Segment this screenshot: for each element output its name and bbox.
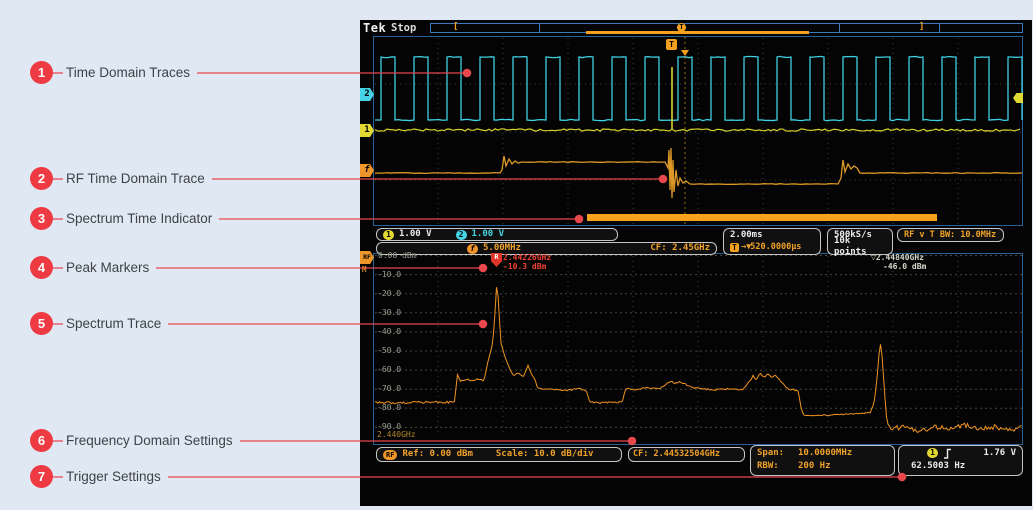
span-rbw-readout: Span: 10.0000MHz RBW: 200 Hz <box>750 445 895 476</box>
overview-divider <box>539 24 540 32</box>
reference-marker-amplitude: -46.0 dBm <box>883 262 927 271</box>
callout-label: Frequency Domain Settings <box>63 432 240 449</box>
callout-number-badge: 4 <box>30 256 53 279</box>
reference-marker: ▽2.44840GHz <box>871 253 924 262</box>
math-badge: M <box>362 265 367 274</box>
spectrum-y-tick-label: -30.0 <box>377 307 402 317</box>
peak-marker-amplitude: -10.3 dBm <box>503 262 547 271</box>
ch2-scale: 1.00 V <box>471 229 505 239</box>
annotated-oscilloscope-figure: 1 Time Domain Traces 2 RF Time Domain Trace… <box>0 0 1033 510</box>
rf-vs-time-bw: RF v T BW: 10.0MHz <box>904 229 997 240</box>
callout-label: Peak Markers <box>63 259 157 276</box>
ref-level-readout: Ref: 0.00 dBm <box>402 449 473 459</box>
peak-marker-frequency: 2.44226GHz <box>503 253 552 262</box>
rf-icon: RF <box>383 449 398 460</box>
rising-edge-icon <box>944 448 951 459</box>
callout-label: Time Domain Traces <box>63 64 198 81</box>
spectrum-y-tick-label: -40.0 <box>377 326 402 336</box>
rbw-label: RBW: <box>757 461 779 471</box>
timebase: 2.00ms <box>730 229 763 240</box>
callout-number-badge: 6 <box>30 429 53 452</box>
span-label: Span: <box>757 447 785 458</box>
spectrum-time-indicator <box>587 214 937 221</box>
scale-readout: Scale: 10.0 dB/div <box>495 449 594 459</box>
waveform-canvas <box>373 36 1023 445</box>
center-frequency: CF: 2.44532504GHz <box>633 449 720 459</box>
spectrum-y-tick-label: -70.0 <box>377 384 402 394</box>
trigger-source-icon: 1 <box>927 448 938 458</box>
callout-label: Spectrum Time Indicator <box>63 210 220 227</box>
rf-channel-icon: f <box>467 243 478 254</box>
callout-item: 2 RF Time Domain Trace <box>30 167 212 190</box>
start-frequency-label: 2.440GHz <box>377 430 416 439</box>
trigger-position: 520.0000µs <box>750 241 802 252</box>
callout-label: Trigger Settings <box>63 468 168 485</box>
acquisition-overview-bar: [ ] T <box>430 22 1023 34</box>
callout-number-badge: 7 <box>30 465 53 488</box>
overview-divider <box>939 24 940 32</box>
trigger-level: 1.76 V <box>983 447 1016 458</box>
zoom-bracket-right-icon: ] <box>919 22 925 32</box>
horizontal-readout: 2.00ms T →▼ 520.0000µs <box>723 228 821 255</box>
zoom-bracket-left-icon: [ <box>453 22 459 32</box>
callout-item: 5 Spectrum Trace <box>30 312 169 335</box>
callout-label: Spectrum Trace <box>63 315 169 332</box>
ref-level-label: 0.00 dBm <box>378 251 417 260</box>
oscilloscope-screen: Tek Stop [ ] T 2 1 f RF M T 1 1.00 V 2 1… <box>360 20 1032 506</box>
span-value: 10.0000MHz <box>798 447 853 458</box>
reference-marker-frequency: 2.44840GHz <box>875 253 924 262</box>
acquisition-readout: 500kS/s 10k points <box>827 228 893 257</box>
spectrum-y-tick-label: -10.0 <box>377 269 402 279</box>
spectrum-y-tick-label: -20.0 <box>377 288 402 298</box>
callout-item: 4 Peak Markers <box>30 256 157 279</box>
channel2-icon: 2 <box>455 229 467 240</box>
trigger-frequency: 62.5003 Hz <box>911 461 966 471</box>
callout-item: 7 Trigger Settings <box>30 465 168 488</box>
trigger-readout: 1 1.76 V 62.5003 Hz <box>898 445 1023 476</box>
rf-bandwidth-readout: RF v T BW: 10.0MHz <box>897 228 1004 242</box>
rbw-value: 200 Hz <box>798 461 831 471</box>
tek-logo: Tek <box>363 21 387 35</box>
trigger-point-icon: T <box>666 39 677 50</box>
center-frequency-readout: CF: 2.44532504GHz <box>628 447 745 462</box>
callout-number-badge: 2 <box>30 167 53 190</box>
trigger-chip-icon: T <box>730 242 739 252</box>
frequency-domain-vertical-readout: RF Ref: 0.00 dBm Scale: 10.0 dB/div <box>376 447 622 462</box>
center-frequency-short: CF: 2.45GHz <box>650 243 710 253</box>
channel1-icon: 1 <box>383 229 394 240</box>
spectrum-y-tick-label: -50.0 <box>377 346 402 355</box>
callout-label: RF Time Domain Trace <box>63 170 212 187</box>
trigger-position-icon: T <box>677 23 686 32</box>
overview-divider <box>839 24 840 32</box>
callout-item: 1 Time Domain Traces <box>30 61 198 84</box>
vertical-scale-readout: 1 1.00 V 2 1.00 V <box>376 228 618 241</box>
ch1-scale: 1.00 V <box>399 229 432 239</box>
trigger-arrow-icon <box>681 50 689 56</box>
callout-number-badge: 1 <box>30 61 53 84</box>
spectrum-y-tick-label: -60.0 <box>377 365 402 375</box>
callout-item: 3 Spectrum Time Indicator <box>30 207 220 230</box>
callout-item: 6 Frequency Domain Settings <box>30 429 240 452</box>
acquisition-status: Stop <box>391 22 417 34</box>
spectrum-time-overview-bar <box>586 31 809 34</box>
callout-number-badge: 5 <box>30 312 53 335</box>
spectrum-y-tick-label: -80.0 <box>377 403 402 413</box>
callout-number-badge: 3 <box>30 207 53 230</box>
